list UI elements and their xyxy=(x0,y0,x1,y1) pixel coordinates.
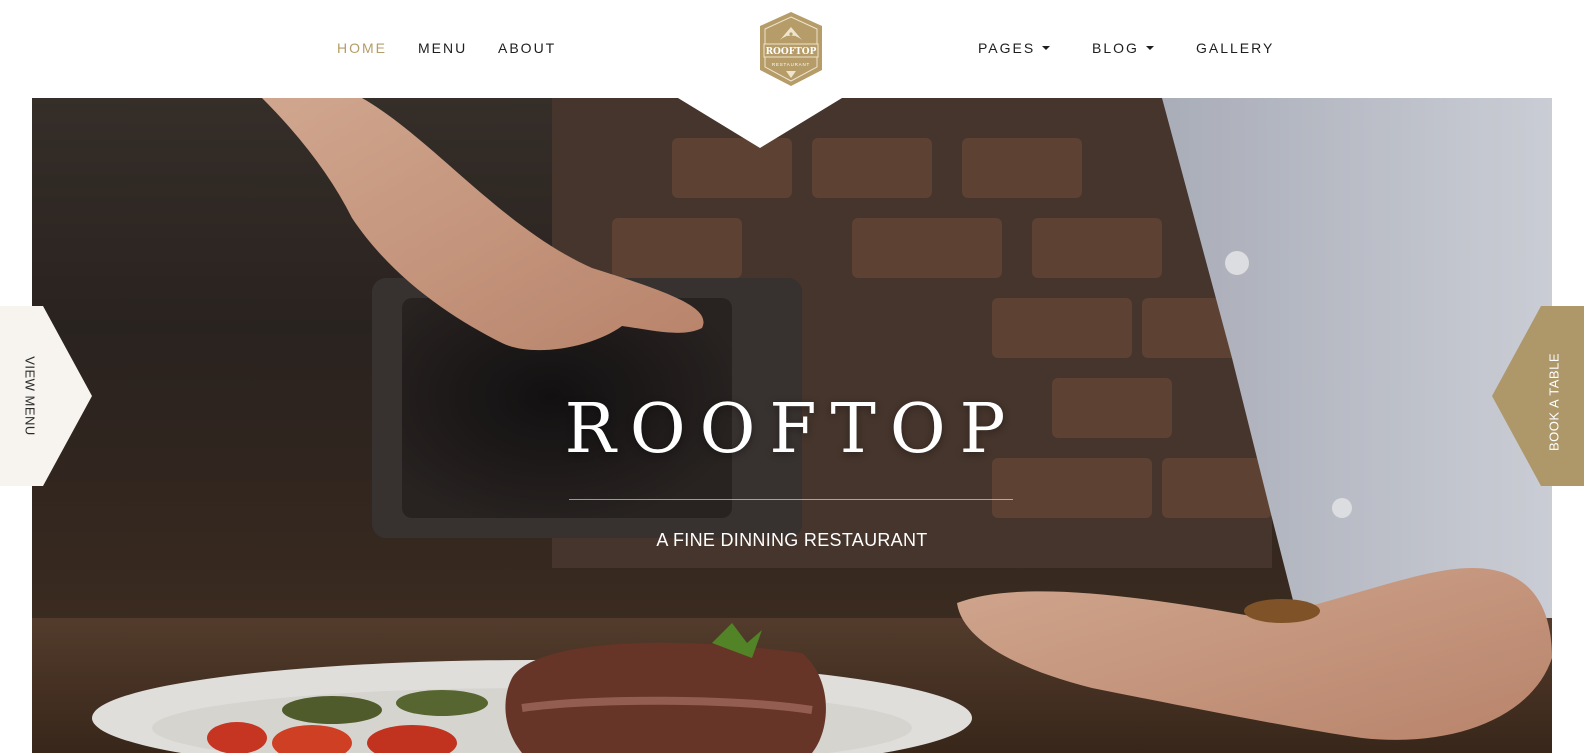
book-a-table-tab-shape xyxy=(1492,306,1584,486)
logo-tagline: RESTAURANT xyxy=(772,62,810,67)
nav-gallery[interactable]: GALLERY xyxy=(1196,40,1274,56)
nav-pages-dropdown[interactable]: PAGES xyxy=(978,40,1051,56)
hero-notch xyxy=(678,98,842,148)
nav-blog-dropdown[interactable]: BLOG xyxy=(1092,40,1154,56)
view-menu-tab-shape xyxy=(0,306,92,486)
caret-down-icon xyxy=(1145,46,1154,50)
view-menu-label: VIEW MENU xyxy=(22,356,38,436)
caret-down-icon xyxy=(1042,46,1051,50)
logo-name: ROOFTOP xyxy=(766,47,817,57)
book-a-table-tab[interactable]: BOOK A TABLE xyxy=(1492,306,1584,486)
view-menu-tab[interactable]: VIEW MENU xyxy=(0,306,92,486)
nav-about[interactable]: ABOUT xyxy=(498,40,556,56)
nav-home[interactable]: HOME xyxy=(337,40,387,56)
logo[interactable]: ROOFTOP RESTAURANT xyxy=(756,8,826,90)
nav-menu[interactable]: MENU xyxy=(418,40,467,56)
hero-subtitle: A FINE DINNING RESTAURANT xyxy=(656,530,928,550)
hero-title: ROOFTOP xyxy=(564,390,1020,469)
nav-blog-label: BLOG xyxy=(1092,40,1139,56)
book-a-table-label: BOOK A TABLE xyxy=(1546,352,1562,452)
nav-pages-label: PAGES xyxy=(978,40,1036,56)
logo-badge: ROOFTOP RESTAURANT xyxy=(760,12,822,86)
hero-divider xyxy=(569,499,1013,500)
